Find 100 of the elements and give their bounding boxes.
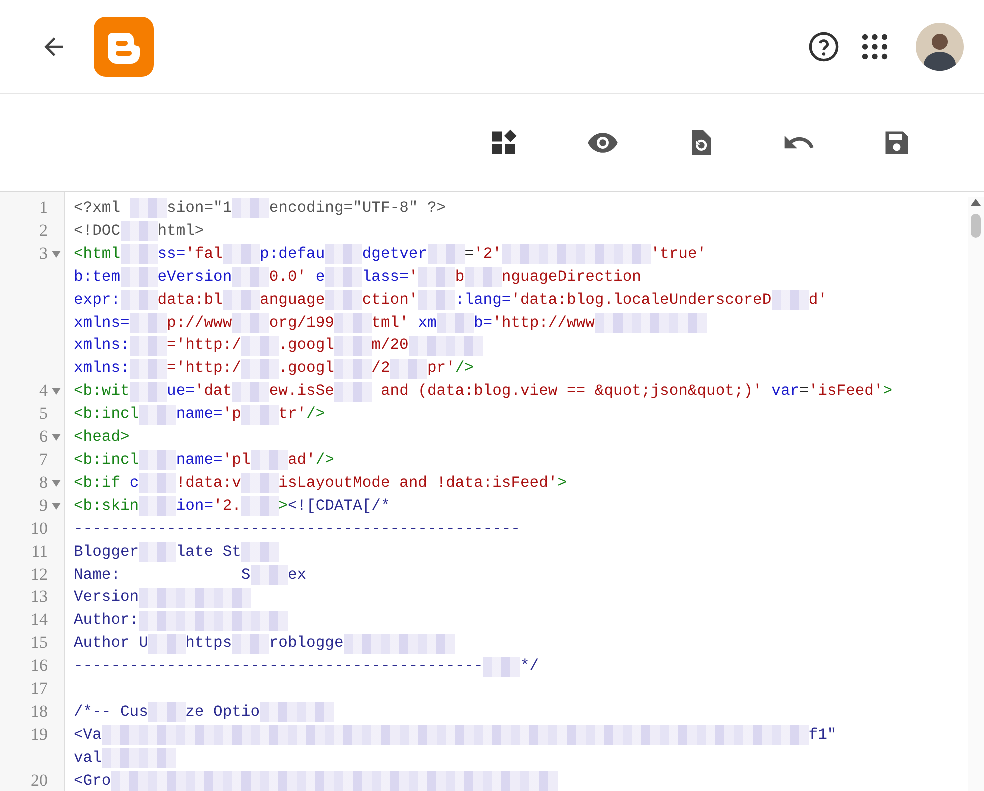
line-number: 2 (40, 220, 48, 242)
code-text: Version (74, 587, 140, 608)
code-text: org/199 (269, 312, 334, 334)
fold-arrow-icon[interactable] (52, 388, 60, 396)
help-icon (808, 30, 840, 62)
code-text: 'pl (222, 450, 251, 471)
pixelation (511, 725, 548, 746)
pixelation (734, 725, 772, 746)
code-text: b (455, 266, 465, 288)
pixelation (222, 244, 260, 264)
code-text: eVersion (158, 266, 232, 288)
pixelation (697, 725, 734, 746)
code-text: ad' (288, 450, 316, 471)
pixelation (120, 267, 158, 288)
pixelation (111, 771, 148, 791)
pixelation (176, 588, 214, 608)
pixelation (232, 312, 270, 333)
avatar[interactable] (916, 22, 964, 70)
fold-arrow-icon[interactable] (52, 434, 60, 441)
pixelation (139, 588, 176, 608)
code-text: f1" (808, 724, 837, 746)
pixelation (464, 267, 502, 288)
code-text: <!DOC (74, 220, 121, 242)
code-text: 'p (222, 404, 242, 426)
line-number: 11 (32, 540, 48, 563)
line-number: 3 (40, 242, 48, 265)
pixelation (130, 312, 168, 333)
line-number: 7 (40, 448, 48, 471)
pixelation (139, 473, 176, 494)
code-text: 'true' (650, 244, 707, 265)
scroll-up-icon[interactable] (971, 199, 981, 206)
line-number: 18 (31, 700, 48, 723)
pixelation (428, 244, 465, 264)
code-text: sion="1 (167, 198, 232, 219)
pixelation (344, 634, 381, 654)
code-text: data:bl (158, 290, 223, 311)
pixelation (148, 702, 186, 722)
code-text: ------------------------------------------------ (74, 518, 520, 540)
pixelation (325, 267, 362, 288)
pixelation (241, 336, 279, 356)
pixelation (288, 725, 326, 746)
code-text: ew.isSe (269, 381, 334, 402)
code-text: 'dat (194, 381, 232, 402)
pixelation (334, 336, 372, 356)
pixelation (325, 244, 362, 264)
code-text: isLayoutMode and !data:isFeed' (278, 472, 558, 494)
pixelation (139, 450, 176, 470)
pixelation (214, 725, 251, 746)
scrollbar-thumb[interactable] (971, 214, 981, 238)
code-text: tml' (372, 312, 409, 334)
pixelation (214, 588, 251, 608)
fold-arrow-icon[interactable] (52, 480, 60, 487)
code-text: var (770, 381, 800, 402)
pixelation (260, 771, 298, 791)
code-text: val (74, 748, 102, 769)
pixelation (186, 771, 223, 791)
line-number: 13 (31, 586, 48, 608)
code-text: ion= (176, 496, 214, 517)
code-text: name= (176, 404, 223, 426)
pixelation (250, 725, 288, 746)
pixelation (130, 336, 168, 356)
pixelation (241, 404, 279, 425)
fold-arrow-icon[interactable] (52, 250, 60, 258)
pixelation (120, 290, 158, 310)
fold-arrow-icon[interactable] (52, 502, 60, 510)
code-text: > (558, 472, 568, 494)
pixelation (241, 473, 279, 494)
code-text: = (464, 244, 474, 265)
code-text: !data:v (176, 472, 242, 494)
code-text: p://www (167, 312, 232, 334)
code-text: b= (474, 312, 493, 334)
apps-grid-icon (862, 34, 888, 60)
pixelation (372, 771, 409, 791)
code-text: .googl (278, 335, 334, 356)
code-text: m/20 (372, 335, 409, 356)
code-text: e (314, 266, 326, 288)
code-text: <b:wit (74, 381, 130, 402)
code-text: */ (520, 656, 540, 678)
code-text: -------------------------------------------- (74, 656, 484, 678)
code-text: xmlns= (74, 312, 130, 334)
code-text: b:tem (74, 266, 121, 288)
code-text: <b:skin (74, 496, 140, 517)
code-text: Author: (74, 610, 140, 632)
line-number: 10 (31, 518, 48, 540)
code-text: d' (808, 290, 828, 311)
code-text: 'data:blog.localeUnderscoreD (511, 290, 772, 311)
pixelation (483, 771, 520, 791)
pixelation (250, 564, 288, 585)
code-text: <?xml (74, 198, 122, 219)
pixelation (241, 496, 279, 516)
code-text: xmlns: (74, 358, 130, 380)
pixelation (400, 725, 437, 746)
apps-button[interactable] (860, 32, 890, 62)
pixelation (176, 610, 214, 631)
pixelation (436, 725, 474, 746)
code-text: p:defau (260, 244, 326, 265)
pixelation (390, 358, 428, 379)
pixelation (176, 725, 214, 746)
code-text: https (186, 633, 232, 654)
code-text: /> (306, 404, 326, 426)
